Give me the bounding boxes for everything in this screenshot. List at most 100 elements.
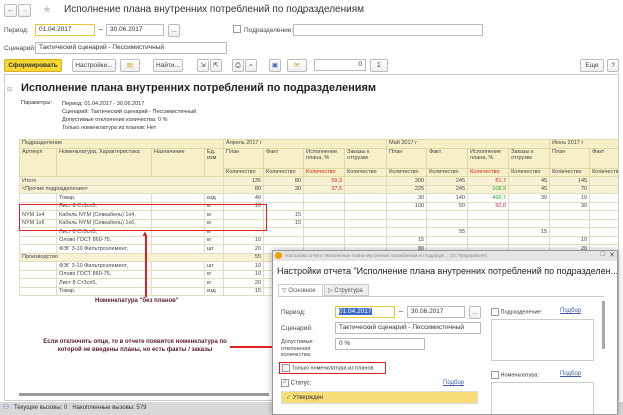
app-logo-icon: [275, 252, 282, 259]
sum-mode-button[interactable]: Σ: [370, 59, 388, 72]
nomenclature-list[interactable]: [491, 382, 594, 414]
annotation-arrow-up: [145, 235, 147, 297]
cell-group[interactable]: <Прочие подразделения>: [18, 184, 225, 194]
tab-structure-label: Структура: [334, 288, 363, 294]
cell-item[interactable]: ФЭГ 3-10 Фильтроэлемент,: [56, 261, 152, 271]
favorite-star-icon[interactable]: ★: [42, 3, 52, 16]
division-input[interactable]: [293, 24, 483, 36]
forward-button[interactable]: →: [18, 4, 31, 17]
header-col: Исполнение плана, %: [303, 147, 346, 169]
date-to-input[interactable]: 30.06.2017: [106, 24, 164, 36]
cell-value: 59,3: [303, 176, 346, 186]
date-from-input[interactable]: 01.04.2017: [35, 24, 95, 36]
settings-button[interactable]: Настройки...: [72, 59, 116, 72]
header-qty: Количество: [344, 167, 388, 177]
division-list[interactable]: [491, 319, 594, 361]
cell-item[interactable]: ФЭГ 3-10 Фильтроэлемент,: [56, 244, 152, 254]
cell-value: [344, 218, 388, 228]
dialog-period-label: Период:: [281, 309, 306, 316]
tab-structure[interactable]: ▷ Структура: [324, 284, 369, 296]
cell-item[interactable]: Товар,: [56, 286, 152, 296]
dialog-scrollbar[interactable]: [602, 301, 605, 349]
cell-purpose: [151, 261, 205, 271]
scenario-select[interactable]: Тактический сценарий - Пессимистичный: [35, 42, 227, 54]
table-row[interactable]: <Прочие подразделения> 80 30 37,5 225 245 108,…: [18, 184, 618, 194]
save-icon[interactable]: ▣: [269, 59, 281, 72]
cell-value: [386, 210, 428, 220]
division-filter-checkbox[interactable]: Подразделение:: [491, 308, 542, 316]
expand-icon[interactable]: ⇲: [197, 59, 209, 72]
table-row[interactable]: Итого 135 80 59,3 300 245 81,7 45 145: [18, 176, 618, 186]
cell-value: 55: [426, 227, 469, 237]
cell-value: 15: [508, 227, 551, 237]
generate-button[interactable]: Сформировать: [4, 59, 62, 72]
cell-unit: изд: [203, 286, 225, 296]
cell-value: [303, 227, 346, 237]
cell-value: [303, 201, 346, 211]
cell-unit: кг: [203, 235, 225, 245]
cell-value: 108,9: [467, 184, 510, 194]
param-line: Только номенклатура из планов: Нет: [62, 125, 157, 131]
cell-item[interactable]: Товар,: [56, 193, 152, 203]
cell-article: [19, 193, 57, 203]
cell-value: 40: [223, 193, 265, 203]
cell-item[interactable]: Олово ГОСТ 860-75,: [56, 235, 152, 245]
dialog-window-title: Настройки отчета "Исполнение плана внутр…: [285, 253, 488, 258]
period-select-button[interactable]: ...: [168, 24, 180, 37]
dialog-scenario-select[interactable]: Тактический сценарий - Пессимистичный: [335, 322, 481, 334]
variants-icon[interactable]: ▤: [120, 59, 140, 72]
dialog-deviation-input[interactable]: 0 %: [335, 338, 425, 350]
more-button[interactable]: Еще: [580, 59, 604, 72]
cell-value: [549, 210, 591, 220]
cell-value: 20: [223, 244, 265, 254]
cell-value: [426, 210, 469, 220]
cell-value: 50,0: [467, 201, 510, 211]
find-button[interactable]: Найти...: [153, 59, 183, 72]
cell-group[interactable]: Производство: [18, 252, 225, 262]
cell-value: 135: [223, 176, 265, 186]
dialog-date-from[interactable]: 01.04.2017: [335, 306, 395, 318]
back-button[interactable]: ←: [4, 4, 17, 17]
division-pick-link[interactable]: Подбор: [560, 308, 581, 314]
nomenclature-pick-link[interactable]: Подбор: [560, 371, 581, 377]
print-icon[interactable]: ⎙: [232, 59, 244, 72]
cell-purpose: [151, 235, 205, 245]
division-checkbox[interactable]: [233, 25, 241, 33]
status-text: Текущие вызовы: 0 Накопленные вызовы: 57…: [14, 405, 147, 411]
only-plans-checkbox[interactable]: [282, 364, 290, 372]
header-col: План: [386, 147, 428, 169]
table-row[interactable]: Олово ГОСТ 860-75, кг 10 15 10: [19, 235, 618, 245]
cell-value: 15: [386, 235, 428, 245]
preview-icon[interactable]: ⌕: [245, 59, 257, 72]
dialog-period-button[interactable]: ...: [469, 306, 481, 319]
only-plans-option[interactable]: Только номенклатура из планов: [279, 362, 386, 374]
header-qty: Количество: [303, 167, 346, 177]
status-checkbox[interactable]: ✓ Статус:: [281, 379, 311, 387]
help-button[interactable]: ?: [607, 59, 619, 72]
close-icon[interactable]: ✕: [609, 251, 615, 259]
status-pick-link[interactable]: Подбор: [443, 380, 464, 386]
group-collapse-icon[interactable]: ⊟: [7, 86, 12, 93]
header-division: Подразделение: [18, 139, 225, 149]
horizontal-scrollbar[interactable]: [19, 393, 269, 396]
dialog-date-to[interactable]: 30.06.2017: [407, 306, 465, 318]
table-row[interactable]: Товар, изд 40 30 140 466,7 30 10: [19, 193, 618, 203]
dash: –: [99, 26, 103, 33]
cell-value: 30: [386, 193, 428, 203]
tab-main[interactable]: ▽ Основное: [278, 284, 323, 296]
collapse-icon[interactable]: ⇱: [210, 59, 222, 72]
header-month: Июнь 2017 г: [549, 139, 618, 149]
cell-item[interactable]: Олово ГОСТ 860-75,: [56, 269, 152, 279]
cell-value: 45: [508, 176, 551, 186]
selected-date-text: 01.04.2017: [339, 308, 372, 315]
cell-item[interactable]: Лист 8 Ст3сп5,: [56, 278, 152, 288]
maximize-icon[interactable]: □: [601, 251, 605, 258]
header-qty: Количество: [467, 167, 510, 177]
page-title: Исполнение плана внутренних потреблений …: [64, 4, 365, 15]
cell-article: [19, 244, 57, 254]
status-item[interactable]: Утвержден: [293, 395, 324, 401]
nomenclature-filter-checkbox[interactable]: Номенклатура:: [491, 371, 539, 379]
mail-icon[interactable]: ✉: [287, 59, 307, 72]
cell-group[interactable]: Итого: [18, 176, 225, 186]
cell-value: 10: [223, 261, 265, 271]
